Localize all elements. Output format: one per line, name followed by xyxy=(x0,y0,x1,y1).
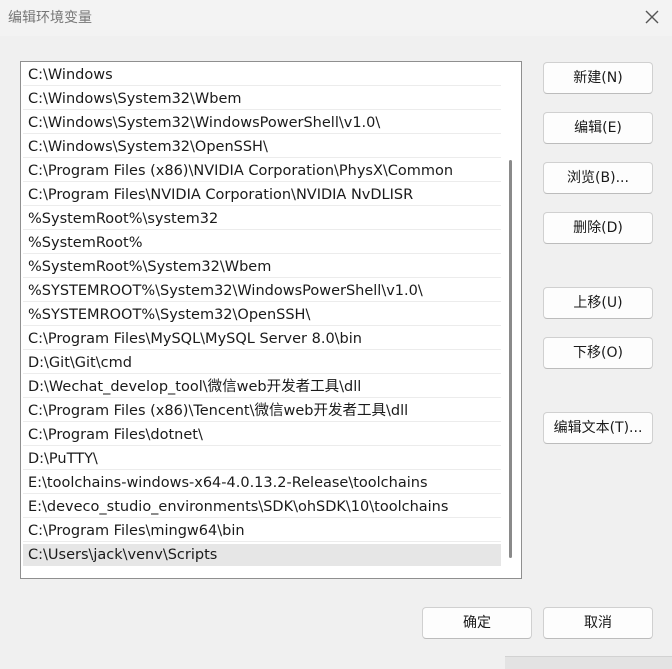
list-item[interactable]: C:\Program Files\mingw64\bin xyxy=(23,520,501,542)
list-item[interactable]: C:\Users\jack\venv\Scripts xyxy=(23,544,501,566)
list-item[interactable]: E:\toolchains-windows-x64-4.0.13.2-Relea… xyxy=(23,472,501,494)
list-item[interactable]: E:\deveco_studio_environments\SDK\ohSDK\… xyxy=(23,496,501,518)
edit-text-button[interactable]: 编辑文本(T)... xyxy=(543,412,653,444)
list-item[interactable]: %SYSTEMROOT%\System32\WindowsPowerShell\… xyxy=(23,280,501,302)
scrollbar[interactable] xyxy=(505,63,519,577)
background-window-edge xyxy=(505,656,672,669)
list-item[interactable]: C:\Windows\System32\WindowsPowerShell\v1… xyxy=(23,112,501,134)
delete-button[interactable]: 删除(D) xyxy=(543,212,653,244)
list-item[interactable]: C:\Program Files (x86)\Tencent\微信web开发者工… xyxy=(23,400,501,422)
list-item[interactable]: C:\Program Files (x86)\NVIDIA Corporatio… xyxy=(23,160,501,182)
list-item[interactable]: D:\Git\Git\cmd xyxy=(23,352,501,374)
move-up-button[interactable]: 上移(U) xyxy=(543,287,653,319)
list-item[interactable]: C:\Program Files\dotnet\ xyxy=(23,424,501,446)
list-item[interactable]: %SYSTEMROOT%\System32\OpenSSH\ xyxy=(23,304,501,326)
list-item[interactable]: D:\Wechat_develop_tool\微信web开发者工具\dll xyxy=(23,376,501,398)
title-bar: 编辑环境变量 xyxy=(0,0,672,36)
new-button[interactable]: 新建(N) xyxy=(543,62,653,94)
list-item[interactable]: %SystemRoot% xyxy=(23,232,501,254)
move-down-button[interactable]: 下移(O) xyxy=(543,337,653,369)
list-item[interactable]: C:\Program Files\NVIDIA Corporation\NVID… xyxy=(23,184,501,206)
ok-button[interactable]: 确定 xyxy=(422,607,532,639)
edit-button[interactable]: 编辑(E) xyxy=(543,112,653,144)
close-icon xyxy=(645,10,659,24)
browse-button[interactable]: 浏览(B)... xyxy=(543,162,653,194)
list-item[interactable]: C:\Windows xyxy=(23,64,501,86)
list-item[interactable]: %SystemRoot%\System32\Wbem xyxy=(23,256,501,278)
list-item[interactable]: %SystemRoot%\system32 xyxy=(23,208,501,230)
list-item[interactable]: C:\Windows\System32\Wbem xyxy=(23,88,501,110)
path-list[interactable]: C:\Windows C:\Windows\System32\Wbem C:\Win… xyxy=(20,61,522,579)
list-item[interactable]: C:\Windows\System32\OpenSSH\ xyxy=(23,136,501,158)
list-item[interactable]: C:\Program Files\MySQL\MySQL Server 8.0\… xyxy=(23,328,501,350)
scrollbar-thumb[interactable] xyxy=(509,160,512,558)
cancel-button[interactable]: 取消 xyxy=(543,607,653,639)
close-button[interactable] xyxy=(640,5,664,29)
list-item[interactable]: D:\PuTTY\ xyxy=(23,448,501,470)
window-title: 编辑环境变量 xyxy=(8,10,92,26)
